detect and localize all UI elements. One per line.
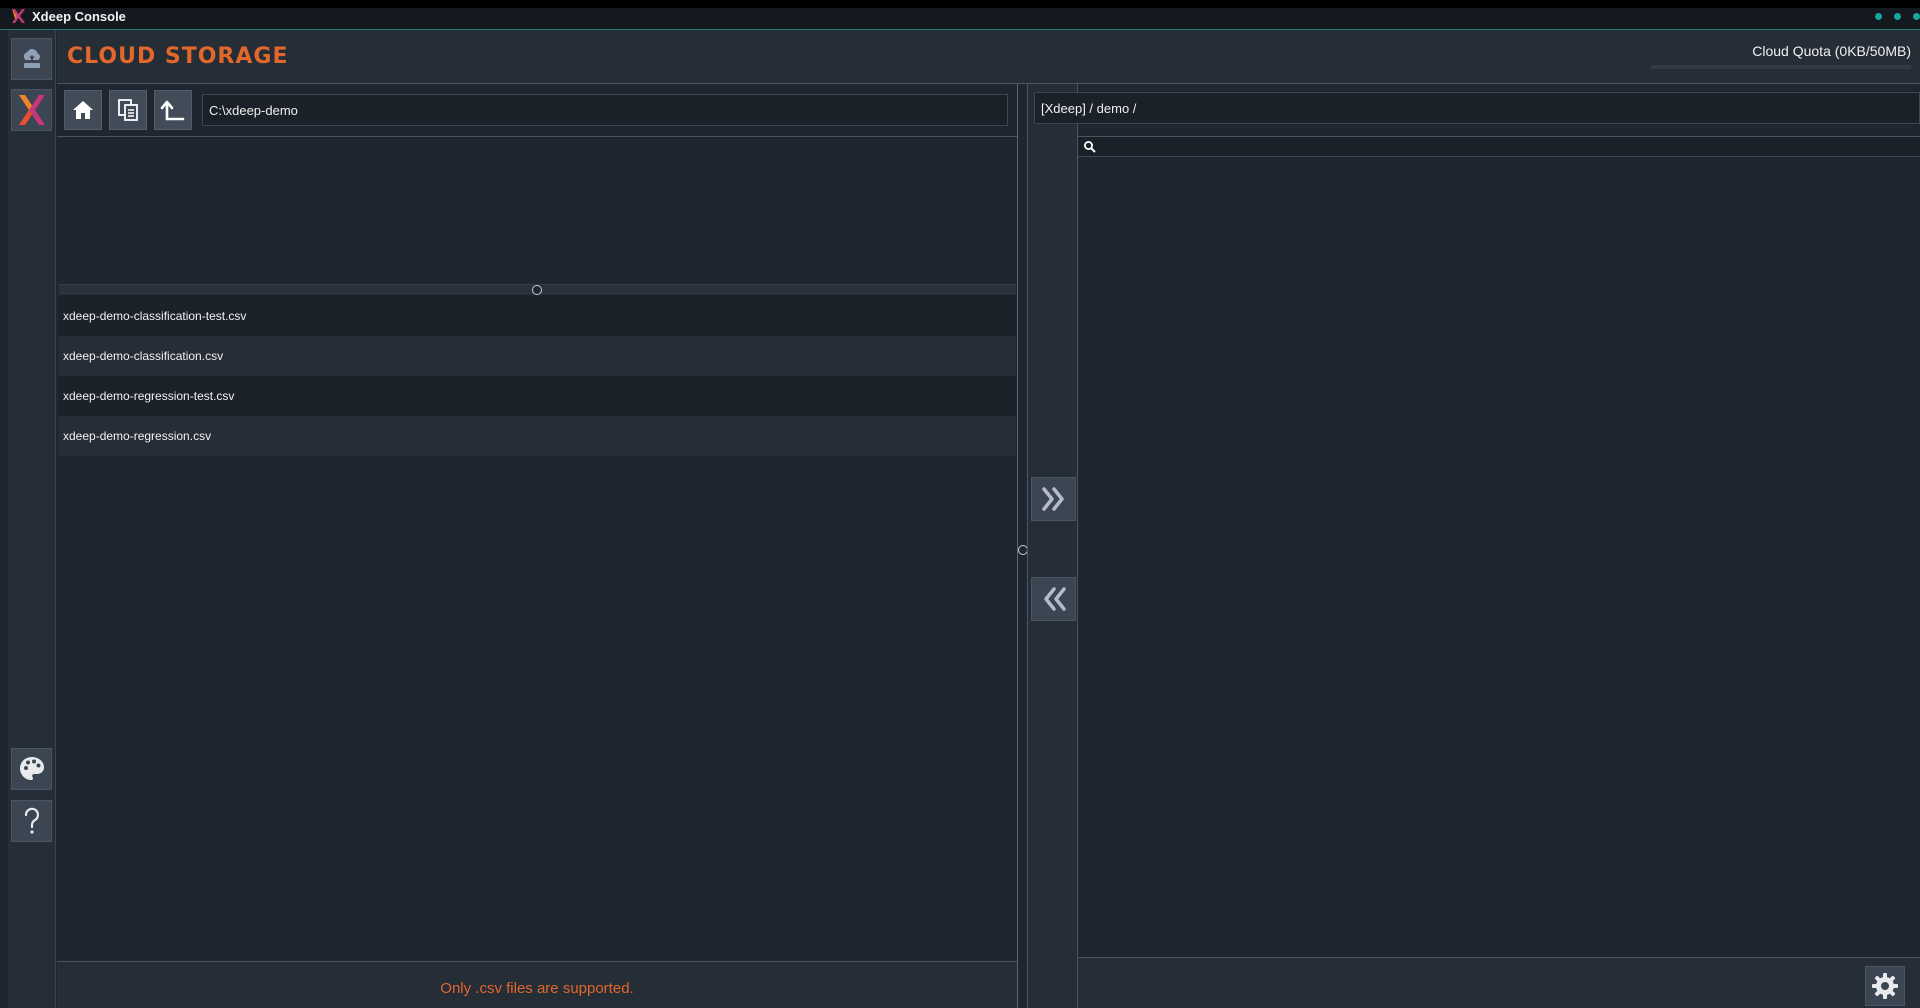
search-icon	[1084, 141, 1096, 153]
local-path-input[interactable]	[202, 94, 1008, 126]
file-row[interactable]: xdeep-demo-regression-test.csv	[59, 376, 1016, 416]
cloud-storage-nav-button[interactable]	[11, 38, 52, 80]
transfer-column	[1027, 84, 1078, 1008]
xdeep-home-nav-button[interactable]	[11, 89, 52, 131]
home-button[interactable]	[64, 90, 102, 130]
file-name: xdeep-demo-classification.csv	[63, 349, 224, 363]
up-folder-icon	[160, 100, 185, 121]
upload-to-cloud-button[interactable]	[1031, 477, 1076, 521]
xdeep-logo-icon	[18, 95, 45, 125]
file-row[interactable]: xdeep-demo-classification-test.csv	[59, 296, 1016, 336]
file-name: xdeep-demo-regression-test.csv	[63, 389, 235, 403]
cloud-search-bar[interactable]	[1078, 137, 1920, 157]
cloud-quota-label: Cloud Quota (0KB/50MB)	[1752, 43, 1911, 59]
minimize-icon[interactable]	[1875, 13, 1882, 20]
help-button[interactable]	[11, 800, 52, 842]
local-toolbar	[58, 88, 1018, 136]
cloud-quota-bar	[1651, 65, 1911, 69]
close-icon[interactable]	[1913, 13, 1920, 20]
local-folder-tree[interactable]	[59, 137, 1016, 284]
page-header: Cloud Storage Cloud Quota (0KB/50MB)	[57, 30, 1920, 84]
left-rail	[8, 30, 56, 1008]
file-name: xdeep-demo-regression.csv	[63, 429, 212, 443]
cloud-path-bar	[1034, 92, 1920, 124]
theme-button[interactable]	[11, 748, 52, 790]
page-title: Cloud Storage	[67, 44, 289, 69]
local-file-list: xdeep-demo-classification-test.csv xdeep…	[59, 296, 1016, 456]
settings-button[interactable]	[1865, 966, 1905, 1006]
download-from-cloud-button[interactable]	[1031, 577, 1076, 621]
help-icon	[24, 807, 39, 834]
app-logo-icon	[12, 9, 25, 23]
cloud-upload-icon	[23, 49, 40, 68]
pane-vertical-splitter[interactable]	[1017, 84, 1028, 1008]
app-window: Xdeep Console CLOUD STORAGE Cloud Quota …	[0, 0, 1920, 1008]
window-title: Xdeep Console	[32, 9, 126, 24]
home-icon	[73, 101, 93, 119]
file-row[interactable]: xdeep-demo-classification.csv	[59, 336, 1016, 376]
copy-path-button[interactable]	[109, 90, 147, 130]
double-chevron-left-icon	[1043, 587, 1066, 611]
file-name: xdeep-demo-classification-test.csv	[63, 309, 247, 323]
cloud-path-input[interactable]	[1034, 92, 1920, 124]
gear-icon	[1872, 973, 1898, 999]
file-row[interactable]: xdeep-demo-regression.csv	[59, 416, 1016, 456]
cloud-footer	[1078, 957, 1920, 1008]
csv-support-note: Only .csv files are supported.	[440, 980, 634, 997]
local-footer: Only .csv files are supported.	[57, 961, 1017, 1008]
copy-icon	[118, 99, 138, 121]
window-controls	[1875, 13, 1920, 20]
palette-icon	[19, 757, 44, 780]
maximize-icon[interactable]	[1894, 13, 1901, 20]
splitter-handle-icon[interactable]	[532, 285, 542, 295]
local-horizontal-splitter[interactable]	[59, 284, 1016, 295]
double-chevron-right-icon	[1041, 487, 1064, 511]
title-bar: Xdeep Console	[0, 0, 1920, 29]
up-folder-button[interactable]	[154, 90, 192, 130]
cloud-file-list[interactable]	[1078, 157, 1920, 957]
